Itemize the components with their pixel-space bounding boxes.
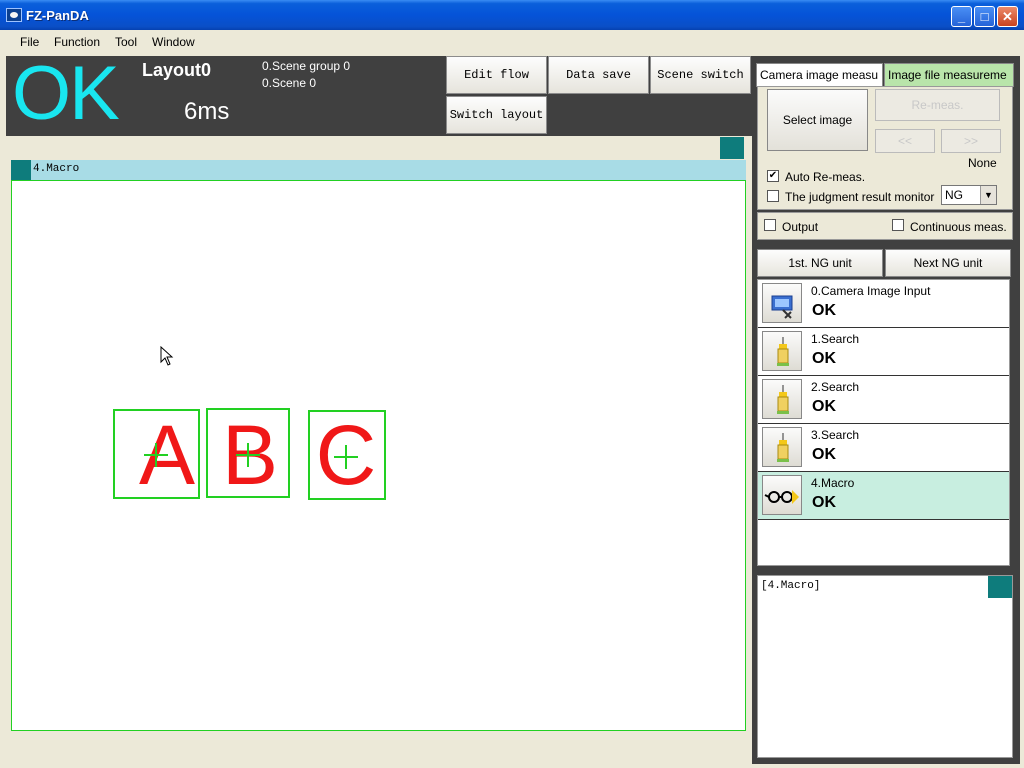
judgment-select-value: NG — [945, 188, 963, 202]
close-button[interactable]: ✕ — [997, 6, 1018, 27]
flow-item-name: 3.Search — [811, 428, 860, 442]
switch-layout-button[interactable]: Switch layout — [446, 96, 547, 134]
scene-label: 0.Scene 0 — [262, 76, 317, 90]
tab-image-file-measurement[interactable]: Image file measureme — [884, 63, 1014, 87]
tab-camera-image-measurement[interactable]: Camera image measu — [756, 63, 883, 87]
detail-panel: [4.Macro] — [757, 575, 1013, 758]
macro-glasses-icon — [762, 475, 802, 515]
continuous-meas-checkbox[interactable] — [892, 219, 904, 231]
title-bar: FZ-PanDA _ □ ✕ — [0, 0, 1024, 30]
image-window-handle[interactable] — [11, 160, 31, 180]
minimize-button[interactable]: _ — [951, 6, 972, 27]
flow-item-name: 0.Camera Image Input — [811, 284, 931, 298]
judgment-monitor-label: The judgment result monitor — [785, 190, 935, 204]
flow-item[interactable]: 1.Search OK — [758, 328, 1009, 376]
chevron-down-icon[interactable]: ▼ — [980, 186, 996, 204]
flow-item-result: OK — [812, 302, 836, 319]
edit-flow-button[interactable]: Edit flow — [446, 56, 547, 94]
output-checkbox[interactable] — [764, 219, 776, 231]
image-window-menu-handle[interactable] — [720, 137, 744, 159]
search-unit-icon — [762, 331, 802, 371]
select-image-button[interactable]: Select image — [767, 89, 868, 151]
camera-input-icon — [762, 283, 802, 323]
flow-item-result: OK — [812, 398, 836, 415]
detail-label: [4.Macro] — [761, 580, 821, 592]
data-save-button[interactable]: Data save — [548, 56, 649, 94]
flow-item-name: 4.Macro — [811, 476, 855, 490]
search-unit-icon — [762, 379, 802, 419]
menu-window[interactable]: Window — [152, 35, 195, 49]
window-title: FZ-PanDA — [26, 8, 89, 23]
status-bar — [4, 736, 749, 762]
processing-time: 6ms — [184, 98, 230, 125]
mouse-cursor-icon — [160, 346, 174, 366]
detail-panel-handle[interactable] — [988, 576, 1012, 598]
judgment-monitor-checkbox[interactable] — [767, 190, 779, 202]
judgment-select[interactable]: NG ▼ — [941, 185, 997, 205]
re-meas-button[interactable]: Re-meas. — [875, 89, 1000, 121]
flow-item-name: 2.Search — [811, 380, 860, 394]
flow-item[interactable]: 3.Search OK — [758, 424, 1009, 472]
maximize-button[interactable]: □ — [974, 6, 995, 27]
flow-item-result: OK — [812, 446, 836, 463]
flow-item-selected[interactable]: 4.Macro OK — [758, 472, 1009, 520]
image-canvas[interactable]: A B C — [11, 180, 746, 731]
flow-item-result: OK — [812, 494, 836, 511]
first-ng-unit-button[interactable]: 1st. NG unit — [757, 249, 883, 277]
output-label: Output — [782, 220, 819, 234]
flow-item[interactable]: 0.Camera Image Input OK — [758, 280, 1009, 328]
auto-re-meas-label: Auto Re-meas. — [785, 170, 866, 184]
menu-bar: File Function Tool Window — [4, 30, 1020, 54]
crosshair-c — [334, 445, 358, 469]
flow-item-name: 1.Search — [811, 332, 860, 346]
next-image-button[interactable]: >> — [941, 129, 1001, 153]
flow-list: 0.Camera Image Input OK 1.Search OK 2.Se… — [757, 279, 1010, 566]
next-ng-unit-button[interactable]: Next NG unit — [885, 249, 1011, 277]
image-window-tab: 4.Macro — [11, 160, 746, 180]
flow-item[interactable]: 2.Search OK — [758, 376, 1009, 424]
menu-file[interactable]: File — [20, 35, 39, 49]
flow-item-result: OK — [812, 350, 836, 367]
app-icon — [6, 8, 22, 22]
scene-switch-button[interactable]: Scene switch — [650, 56, 751, 94]
prev-image-button[interactable]: << — [875, 129, 935, 153]
layout-name: Layout0 — [142, 60, 212, 80]
judgement-text: OK — [12, 51, 120, 136]
menu-function[interactable]: Function — [54, 35, 100, 49]
auto-re-meas-checkbox[interactable]: ✔ — [767, 170, 779, 182]
image-window-title: 4.Macro — [33, 163, 80, 175]
continuous-meas-label: Continuous meas. — [910, 220, 1007, 234]
image-name-label: None — [968, 156, 997, 170]
crosshair-b — [236, 443, 260, 467]
crosshair-a — [144, 443, 168, 467]
scene-group-label: 0.Scene group 0 — [262, 59, 351, 73]
search-unit-icon — [762, 427, 802, 467]
menu-tool[interactable]: Tool — [115, 35, 137, 49]
